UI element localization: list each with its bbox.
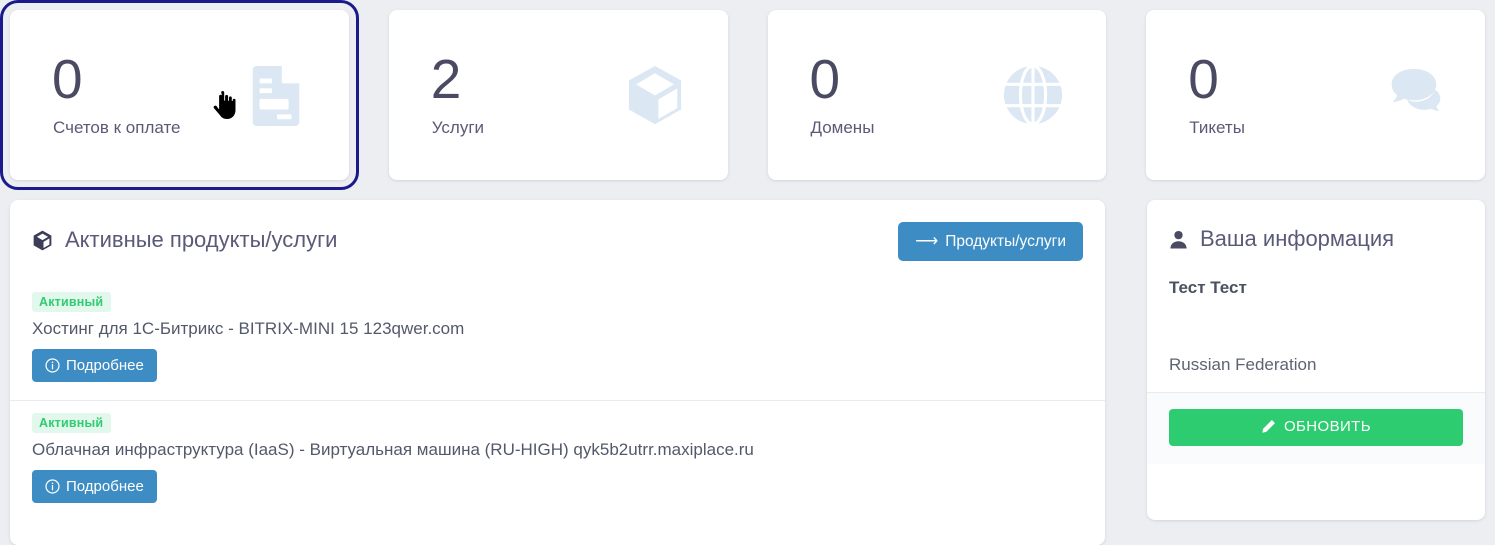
stat-value: 0	[52, 48, 83, 110]
stat-label: Тикеты	[1189, 118, 1245, 137]
page-title: Активные продукты/услуги	[65, 227, 338, 252]
arrow-right-icon: ⟶	[915, 232, 939, 250]
stat-value: 0	[1188, 48, 1219, 110]
panel-title-group: Активные продукты/услуги	[32, 227, 337, 253]
box-cube-icon	[32, 230, 53, 251]
your-information-panel: Ваша информация Тест Тест Russian Federa…	[1147, 200, 1485, 520]
side-panel-body: Тест Тест Russian Federation	[1147, 278, 1485, 392]
stat-card-invoices[interactable]: 0 Счетов к оплате	[0, 0, 359, 190]
pointing-hand-cursor	[213, 91, 237, 121]
products-services-button[interactable]: ⟶ Продукты/услуги	[898, 222, 1083, 261]
update-button[interactable]: ОБНОВИТЬ	[1169, 409, 1463, 446]
update-button-label: ОБНОВИТЬ	[1283, 417, 1371, 435]
products-services-button-label: Продукты/услуги	[945, 232, 1066, 250]
details-button-label: Подробнее	[66, 357, 144, 374]
product-list-item[interactable]: Активный Хостинг для 1С-Битрикс - BITRIX…	[10, 280, 1105, 400]
stat-card-domains[interactable]: 0 Домены	[767, 10, 1107, 180]
info-circle-icon	[45, 358, 60, 373]
side-panel-footer: ОБНОВИТЬ	[1147, 392, 1485, 464]
chat-bubbles-icon	[1381, 64, 1443, 126]
side-panel-title: Ваша информация	[1200, 226, 1395, 251]
product-list-item[interactable]: Активный Облачная инфраструктура (IaaS) …	[10, 400, 1105, 521]
stat-card-services[interactable]: 2 Услуги	[388, 10, 728, 180]
product-name: Облачная инфраструктура (IaaS) - Виртуал…	[32, 440, 754, 459]
stat-value: 2	[430, 48, 462, 110]
invoice-document-icon	[245, 64, 307, 126]
status-badge: Активный	[32, 413, 112, 433]
details-button-label: Подробнее	[66, 478, 144, 495]
side-panel-header: Ваша информация	[1147, 200, 1485, 278]
details-button[interactable]: Подробнее	[32, 470, 157, 503]
lower-section: Активные продукты/услуги ⟶ Продукты/услу…	[10, 200, 1485, 545]
stat-label: Счетов к оплате	[53, 118, 181, 137]
account-name: Тест Тест	[1169, 278, 1247, 297]
stat-value: 0	[809, 48, 841, 110]
pencil-icon	[1261, 419, 1276, 434]
panel-header: Активные продукты/услуги ⟶ Продукты/услу…	[10, 200, 1105, 280]
dashboard-page: 0 Счетов к оплате 2 Услуги 0 Домены 0 Ти…	[0, 0, 1495, 545]
stat-label: Домены	[810, 118, 875, 137]
info-circle-icon	[45, 479, 60, 494]
globe-icon	[1002, 64, 1064, 126]
stat-card-tickets[interactable]: 0 Тикеты	[1146, 10, 1485, 180]
stats-row: 0 Счетов к оплате 2 Услуги 0 Домены 0 Ти…	[0, 0, 1485, 190]
person-icon	[1169, 230, 1188, 249]
status-badge: Активный	[32, 292, 112, 312]
box-cube-icon	[624, 64, 686, 126]
active-products-panel: Активные продукты/услуги ⟶ Продукты/услу…	[10, 200, 1105, 545]
stat-label: Услуги	[431, 118, 485, 137]
account-country: Russian Federation	[1169, 355, 1317, 374]
details-button[interactable]: Подробнее	[32, 349, 157, 382]
product-name: Хостинг для 1С-Битрикс - BITRIX-MINI 15 …	[32, 319, 465, 338]
